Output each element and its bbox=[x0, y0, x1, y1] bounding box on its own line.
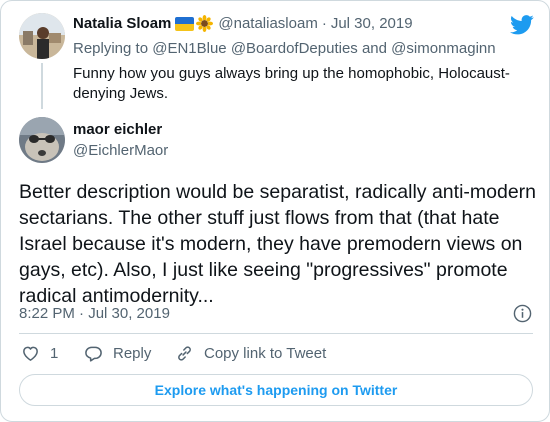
info-icon[interactable] bbox=[513, 304, 532, 323]
main-display-name[interactable]: maor eichler bbox=[73, 121, 162, 138]
reply-button[interactable]: Reply bbox=[84, 344, 151, 363]
mention-link[interactable]: @simonmaginn bbox=[391, 40, 495, 57]
thread-connector-line bbox=[41, 63, 43, 109]
copy-link-button[interactable]: Copy link to Tweet bbox=[175, 344, 326, 363]
reply-bubble-icon bbox=[85, 346, 102, 362]
copy-link-label: Copy link to Tweet bbox=[204, 345, 327, 362]
tweet-embed-card: Natalia Sloam @nataliasloam · Jul 30, 20… bbox=[0, 0, 550, 422]
main-handle[interactable]: @EichlerMaor bbox=[73, 142, 168, 159]
parent-date[interactable]: Jul 30, 2019 bbox=[331, 15, 413, 32]
mention-link[interactable]: @BoardofDeputies bbox=[231, 40, 358, 57]
like-button[interactable]: 1 bbox=[21, 344, 58, 363]
explore-twitter-button[interactable]: Explore what's happening on Twitter bbox=[19, 374, 533, 406]
parent-tweet-text: Funny how you guys always bring up the h… bbox=[73, 65, 510, 102]
like-count: 1 bbox=[50, 345, 59, 362]
link-icon bbox=[178, 346, 191, 361]
heart-icon bbox=[23, 346, 38, 361]
replying-to-label: Replying to bbox=[73, 40, 149, 57]
tweet-timestamp[interactable]: 8:22 PM · Jul 30, 2019 bbox=[19, 305, 170, 322]
parent-display-name[interactable]: Natalia Sloam bbox=[73, 15, 171, 32]
twitter-bird-icon[interactable] bbox=[510, 15, 534, 35]
parent-handle[interactable]: @nataliasloam bbox=[218, 15, 317, 32]
ukraine-flag-icon bbox=[175, 16, 195, 31]
replying-to-and: and bbox=[361, 40, 387, 57]
sunflower-icon bbox=[196, 15, 214, 32]
header-separator: · bbox=[321, 15, 327, 32]
avatar-natalia-sloam[interactable] bbox=[19, 13, 65, 59]
avatar-maor-eichler[interactable] bbox=[19, 117, 65, 163]
reply-label: Reply bbox=[113, 345, 152, 362]
mention-link[interactable]: @EN1Blue bbox=[152, 40, 226, 57]
parent-tweet-header: Natalia Sloam @nataliasloam · Jul 30, 20… bbox=[73, 15, 413, 32]
main-tweet-text: Better description would be separatist, … bbox=[19, 181, 537, 307]
replying-to-line: Replying to @EN1Blue @BoardofDeputies an… bbox=[73, 40, 496, 57]
divider bbox=[19, 333, 533, 334]
